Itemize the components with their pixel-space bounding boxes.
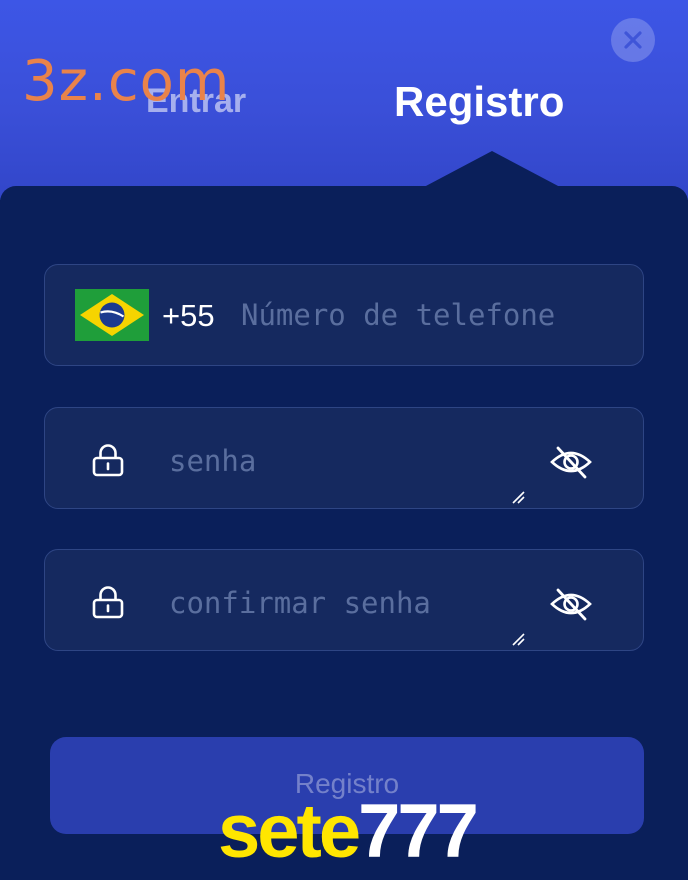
watermark-top: 3z.com [22,49,231,114]
active-tab-indicator [424,151,560,187]
confirm-password-input[interactable] [169,583,549,623]
close-icon [624,31,642,49]
resize-grip-icon[interactable] [511,632,525,646]
phone-field: +55 [44,264,644,366]
close-button[interactable] [611,18,655,62]
tab-register[interactable]: Registro [394,78,564,126]
resize-grip-icon[interactable] [511,490,525,504]
password-field [44,407,644,509]
confirm-password-field [44,549,644,651]
watermark-bottom: sete777 [218,794,479,870]
eye-off-icon[interactable] [549,586,593,622]
country-code[interactable]: +55 [162,298,215,334]
lock-icon [92,586,124,619]
lock-icon [92,444,124,477]
password-input[interactable] [169,441,549,481]
watermark-bottom-part1: sete [218,789,361,874]
phone-input[interactable] [241,295,631,335]
watermark-bottom-part2: 777 [358,789,479,874]
eye-off-icon[interactable] [549,444,593,480]
brazil-flag-icon [75,289,149,341]
